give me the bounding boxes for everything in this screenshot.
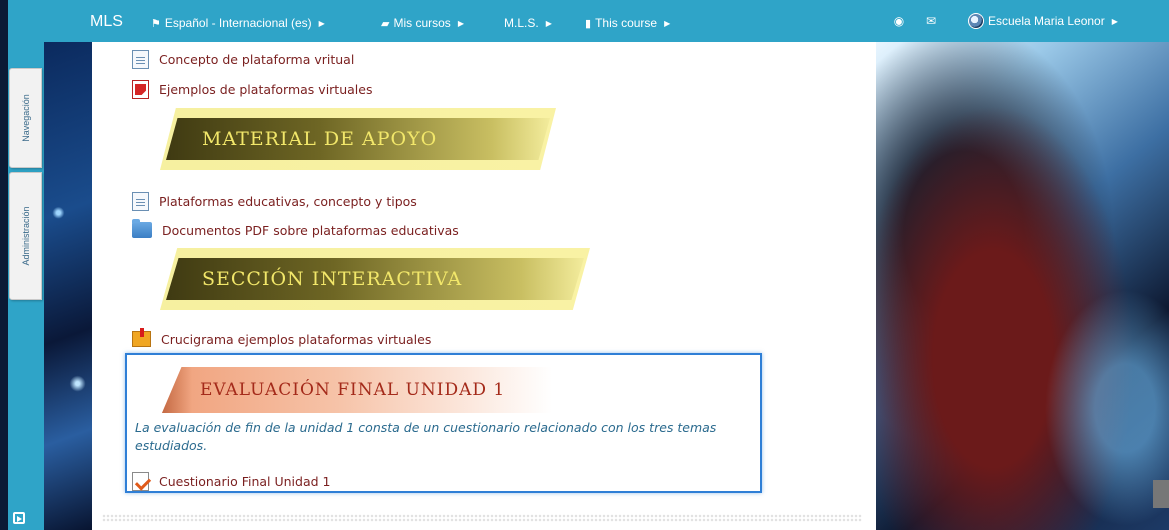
caret-right-icon: ▶ — [664, 18, 671, 28]
activity-cuestionario[interactable]: Cuestionario Final Unidad 1 — [132, 472, 330, 491]
tab-administration-label: Administración — [20, 206, 31, 266]
user-menu-label: Escuela Maria Leonor — [988, 14, 1105, 28]
activity-plataformas[interactable]: Plataformas educativas, concepto y tipos — [132, 192, 417, 211]
document-icon — [132, 50, 149, 69]
mls-menu-label: M.L.S. — [504, 16, 539, 30]
activity-link[interactable]: Cuestionario Final Unidad 1 — [159, 474, 330, 489]
notifications-icon[interactable]: ◉ — [892, 14, 906, 28]
briefcase-icon: ▰ — [381, 17, 390, 30]
activity-crucigrama[interactable]: Crucigrama ejemplos plataformas virtuale… — [132, 328, 431, 347]
mls-menu[interactable]: M.L.S. ▶ — [504, 16, 552, 30]
tab-navigation[interactable]: Navegación — [9, 68, 42, 168]
puzzle-icon — [132, 328, 151, 347]
tab-navigation-label: Navegación — [20, 94, 31, 142]
section-banner-material: MATERIAL DE APOYO — [160, 108, 556, 170]
pdf-icon — [132, 80, 149, 99]
course-content: Concepto de plataforma vritual Ejemplos … — [92, 42, 876, 530]
brand-link[interactable]: MLS — [90, 13, 123, 31]
caret-right-icon: ▶ — [457, 18, 464, 28]
caret-right-icon: ▶ — [1111, 16, 1118, 26]
flag-icon: ⚑ — [151, 17, 161, 30]
footer-divider — [102, 514, 862, 522]
folder-icon — [132, 219, 152, 238]
activity-link[interactable]: Concepto de plataforma vritual — [159, 52, 354, 67]
quiz-icon — [132, 472, 149, 491]
scroll-to-top-button[interactable] — [1153, 480, 1169, 508]
section-banner-evaluation: EVALUACIÓN FINAL UNIDAD 1 — [162, 367, 552, 413]
caret-right-icon: ▶ — [545, 18, 552, 28]
section-banner-title: MATERIAL DE APOYO — [202, 128, 438, 150]
my-courses-menu[interactable]: ▰ Mis cursos ▶ — [381, 16, 464, 30]
activity-concepto[interactable]: Concepto de plataforma vritual — [132, 50, 354, 69]
caret-right-icon: ▶ — [318, 18, 325, 28]
my-courses-label: Mis cursos — [393, 16, 451, 30]
section-banner-interactive: SECCIÓN INTERACTIVA — [160, 248, 590, 310]
tab-administration[interactable]: Administración — [9, 172, 42, 300]
background-image-right — [876, 42, 1169, 530]
activity-link[interactable]: Plataformas educativas, concepto y tipos — [159, 194, 417, 209]
background-image-left — [44, 42, 92, 530]
activity-link[interactable]: Documentos PDF sobre plataformas educati… — [162, 223, 459, 238]
messages-icon[interactable]: ✉ — [924, 14, 938, 28]
top-navbar: MLS ⚑ Español - Internacional (es) ▶ ▰ M… — [0, 0, 1169, 42]
avatar — [968, 13, 984, 29]
book-icon: ▮ — [585, 17, 592, 30]
language-menu-label: Español - Internacional (es) — [164, 16, 312, 30]
language-menu[interactable]: ⚑ Español - Internacional (es) ▶ — [151, 16, 325, 30]
user-menu[interactable]: Escuela Maria Leonor ▶ — [968, 13, 1118, 29]
section-banner-title: EVALUACIÓN FINAL UNIDAD 1 — [200, 380, 506, 400]
activity-ejemplos[interactable]: Ejemplos de plataformas virtuales — [132, 80, 372, 99]
activity-link[interactable]: Crucigrama ejemplos plataformas virtuale… — [161, 332, 431, 347]
activity-documentos[interactable]: Documentos PDF sobre plataformas educati… — [132, 219, 459, 238]
document-icon — [132, 192, 149, 211]
section-summary: La evaluación de fin de la unidad 1 cons… — [135, 420, 717, 453]
this-course-label: This course — [595, 16, 658, 30]
section-banner-title: SECCIÓN INTERACTIVA — [202, 268, 463, 290]
this-course-menu[interactable]: ▮ This course ▶ — [585, 16, 670, 30]
left-edge — [0, 0, 8, 530]
activity-link[interactable]: Ejemplos de plataformas virtuales — [159, 82, 372, 97]
dock-toggle-icon[interactable] — [13, 512, 25, 524]
